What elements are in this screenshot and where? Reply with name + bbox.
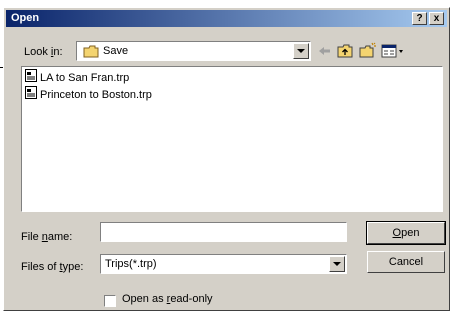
- dialog-title: Open: [11, 12, 40, 24]
- look-in-value: Save: [103, 45, 129, 57]
- title-bar: Open ? x: [6, 10, 447, 27]
- read-only-checkbox[interactable]: [104, 295, 116, 307]
- up-folder-icon[interactable]: [335, 42, 355, 60]
- files-of-type-value: Trips(*.trp): [105, 258, 157, 270]
- look-in-dropdown[interactable]: Save: [76, 41, 311, 61]
- file-item-name: Princeton to Boston.trp: [40, 88, 152, 101]
- new-folder-icon[interactable]: [357, 42, 377, 60]
- open-button[interactable]: Open: [366, 221, 446, 245]
- help-button[interactable]: ?: [412, 12, 427, 25]
- view-menu-icon[interactable]: [380, 42, 406, 60]
- read-only-label: Open as read-only: [122, 293, 213, 305]
- file-list[interactable]: LA to San Fran.trp Princeton to Boston.t…: [21, 66, 443, 212]
- file-name-input[interactable]: [100, 222, 347, 242]
- folder-icon: [83, 45, 99, 61]
- look-in-dropdown-arrow[interactable]: [293, 43, 309, 59]
- file-item-name: LA to San Fran.trp: [40, 71, 130, 84]
- look-in-label: Look in:: [24, 46, 63, 58]
- close-button[interactable]: x: [429, 12, 444, 25]
- open-dialog: Open ? x Look in: Save LA to San Fran.tr…: [3, 7, 450, 311]
- file-name-label: File name:: [21, 231, 73, 243]
- file-item[interactable]: Princeton to Boston.trp: [25, 86, 152, 102]
- files-of-type-label: Files of type:: [21, 261, 84, 273]
- cancel-button[interactable]: Cancel: [367, 251, 445, 273]
- files-of-type-dropdown[interactable]: Trips(*.trp): [100, 254, 347, 274]
- files-of-type-dropdown-arrow[interactable]: [329, 256, 345, 272]
- back-arrow-icon[interactable]: [315, 42, 335, 60]
- document-icon: [25, 86, 37, 104]
- file-item[interactable]: LA to San Fran.trp: [25, 69, 129, 85]
- document-icon: [25, 69, 37, 87]
